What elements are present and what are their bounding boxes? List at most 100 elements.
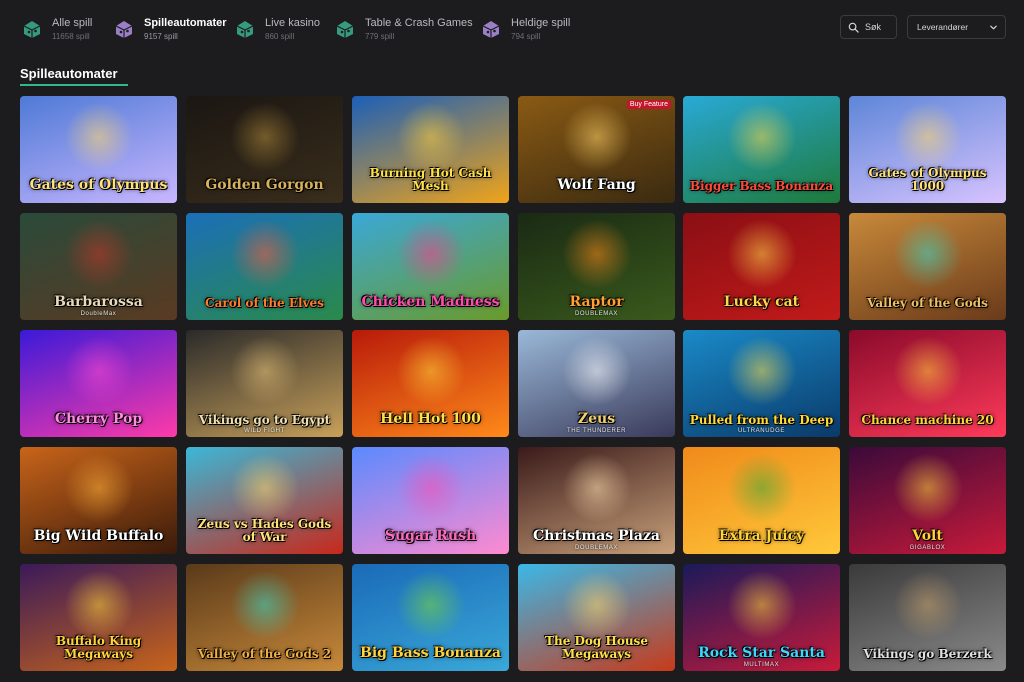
category-tab[interactable]: Heldige spill 794 spill [479,14,570,44]
game-title: Chance machine 20 [861,413,994,427]
game-tile[interactable]: The Dog House Megaways [518,564,675,671]
game-title: Vikings go to Egypt [198,413,331,427]
game-title: Barbarossa [54,294,143,310]
category-label: Live kasino [265,16,321,29]
game-grid: Gates of Olympus Golden Gorgon Burning Hot… [0,0,1024,682]
game-subtitle: ULTRANUDGE [738,428,785,434]
game-artwork-highlight [726,218,797,289]
search-label: Søk [865,22,882,32]
category-tab[interactable]: Spilleautomater 9157 spill [112,14,227,44]
game-tile[interactable]: Barbarossa DoubleMax [20,213,177,320]
game-tile[interactable]: Burning Hot Cash Mesh [352,96,509,203]
game-artwork-highlight [395,101,466,172]
game-tile[interactable]: Valley of the Gods 2 [186,564,343,671]
game-artwork-highlight [63,218,134,289]
game-title: Valley of the Gods 2 [197,647,332,661]
category-count: 11658 spill [52,31,90,41]
game-tile[interactable]: Volt GIGABLOX [849,447,1006,554]
game-artwork-highlight [229,569,300,640]
search-button[interactable]: Søk [840,15,897,39]
game-subtitle: DOUBLEMAX [574,545,619,551]
game-tile[interactable]: Zeus vs Hades Gods of War [186,447,343,554]
game-title: Chicken Madness [361,294,500,310]
game-tile[interactable]: Big Bass Bonanza [352,564,509,671]
game-title: Pulled from the Deep [689,413,834,427]
game-artwork-highlight [726,101,797,172]
game-title: Sugar Rush [384,528,477,544]
provider-dropdown[interactable]: Leverandører [907,15,1006,39]
game-title: Carol of the Elves [205,296,324,310]
game-title: Zeus vs Hades Gods of War [197,517,332,544]
game-tile[interactable]: Buffalo King Megaways [20,564,177,671]
category-icon [20,18,44,40]
game-tile[interactable]: Gates of Olympus [20,96,177,203]
game-title: Golden Gorgon [205,177,324,193]
game-tile[interactable]: Gates of Olympus 1000 [849,96,1006,203]
game-subtitle: MULTIMAX [743,662,780,668]
category-tab[interactable]: Table & Crash Games 779 spill [333,14,473,44]
game-title: Big Bass Bonanza [360,645,501,661]
game-tile[interactable]: Golden Gorgon [186,96,343,203]
top-navigation-bar: Alle spill 11658 spill Spilleautomater 9157… [0,0,1024,56]
category-label: Spilleautomater [144,16,227,29]
game-artwork-highlight [229,335,300,406]
game-artwork-highlight [229,101,300,172]
category-count: 794 spill [511,31,541,41]
game-tile[interactable]: Extra Juicy [683,447,840,554]
game-title: Bigger Bass Bonanza [689,179,834,193]
game-artwork-highlight [229,452,300,523]
chevron-down-icon [990,25,997,29]
game-title: Raptor [569,294,624,310]
category-tab[interactable]: Alle spill 11658 spill [20,14,92,44]
game-tile[interactable]: Raptor DOUBLEMAX [518,213,675,320]
game-artwork-highlight [892,101,963,172]
game-subtitle: GIGABLOX [909,545,946,551]
game-tile[interactable]: Big Wild Buffalo [20,447,177,554]
game-title: Extra Juicy [718,528,805,544]
game-artwork-highlight [229,218,300,289]
game-tile[interactable]: Bigger Bass Bonanza [683,96,840,203]
game-tile[interactable]: Hell Hot 100 [352,330,509,437]
game-tile[interactable]: Wolf Fang Buy Feature [518,96,675,203]
game-artwork-highlight [561,335,632,406]
game-title: Hell Hot 100 [380,411,481,427]
game-artwork-highlight [63,335,134,406]
game-tile[interactable]: Vikings go to Egypt WILD FIGHT [186,330,343,437]
category-icon [333,18,357,40]
game-subtitle: DOUBLEMAX [574,311,619,317]
game-artwork-highlight [63,452,134,523]
game-tile[interactable]: Vikings go Berzerk [849,564,1006,671]
game-tile[interactable]: Chicken Madness [352,213,509,320]
game-title: Buffalo King Megaways [55,634,142,661]
game-artwork-highlight [726,452,797,523]
game-title: Valley of the Gods [867,296,988,310]
game-title: Rock Star Santa [698,645,825,661]
game-tile[interactable]: Christmas Plaza DOUBLEMAX [518,447,675,554]
game-tile[interactable]: Rock Star Santa MULTIMAX [683,564,840,671]
game-title: Lucky cat [723,294,800,310]
section-underline [20,84,128,86]
game-artwork-highlight [561,101,632,172]
game-tile[interactable]: Chance machine 20 [849,330,1006,437]
game-tile[interactable]: Valley of the Gods [849,213,1006,320]
game-artwork-highlight [892,569,963,640]
game-artwork-highlight [561,452,632,523]
game-artwork-highlight [63,569,134,640]
game-title: Volt [912,528,943,544]
game-title: Christmas Plaza [533,528,660,544]
game-artwork-highlight [892,335,963,406]
game-tile[interactable]: Cherry Pop [20,330,177,437]
game-tile[interactable]: Pulled from the Deep ULTRANUDGE [683,330,840,437]
game-tile[interactable]: Lucky cat [683,213,840,320]
game-tile[interactable]: Sugar Rush [352,447,509,554]
game-artwork-highlight [395,569,466,640]
category-count: 779 spill [365,31,395,41]
game-badge: Buy Feature [626,100,671,109]
section-title: Spilleautomater [20,66,118,81]
game-title: Gates of Olympus 1000 [868,166,987,193]
category-tab[interactable]: Live kasino 860 spill [233,14,320,44]
game-tile[interactable]: Zeus THE THUNDERER [518,330,675,437]
game-tile[interactable]: Carol of the Elves [186,213,343,320]
game-subtitle: WILD FIGHT [244,428,285,434]
game-artwork-highlight [892,452,963,523]
